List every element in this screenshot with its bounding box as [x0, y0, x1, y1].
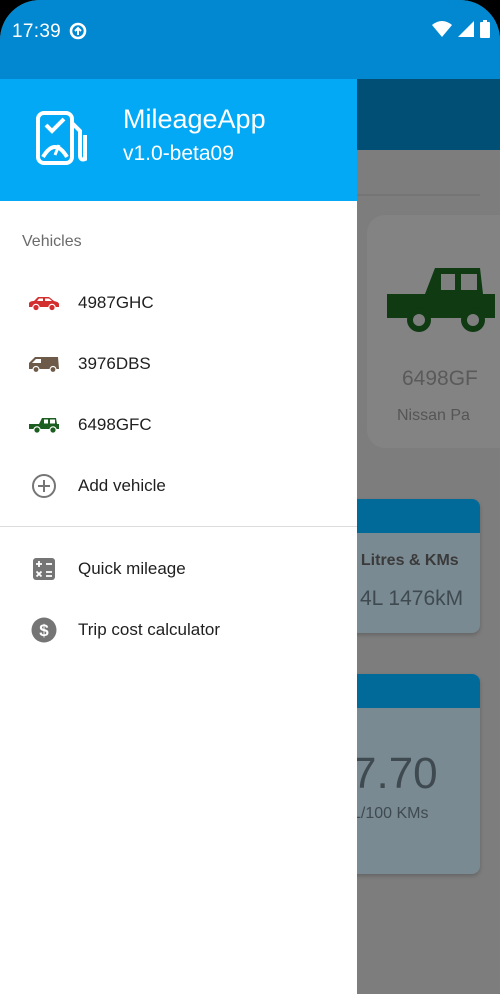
dollar-circle-icon: $: [27, 617, 61, 642]
vehicle-item-6498GFC[interactable]: 6498GFC: [0, 394, 357, 455]
background-suv-icon: [387, 268, 495, 332]
app-name: MileageApp: [123, 104, 266, 134]
trip-cost-calculator-label: Trip cost calculator: [78, 619, 221, 639]
app-version: v1.0-beta09: [123, 142, 234, 165]
add-vehicle-label: Add vehicle: [78, 475, 166, 495]
battery-icon: [480, 20, 490, 38]
background-divider: [357, 194, 480, 196]
vehicle-item-4987GHC[interactable]: 4987GHC: [0, 272, 357, 333]
status-bar: 17:39: [0, 0, 500, 79]
drawer-header: MileageApp v1.0-beta09: [0, 79, 357, 201]
car-sedan-icon: [27, 291, 61, 315]
data-saver-icon: [69, 22, 87, 40]
vehicle-item-label: 3976DBS: [78, 353, 151, 373]
quick-mileage-label: Quick mileage: [78, 558, 186, 578]
background-vehicle-model: Nissan Pa: [397, 407, 470, 424]
background-panel-title: l Litres & KMs: [352, 552, 459, 569]
add-circle-icon: [27, 473, 61, 498]
quick-mileage-item[interactable]: Quick mileage: [0, 538, 357, 599]
fuel-pump-icon: [36, 111, 87, 165]
svg-text:$: $: [39, 621, 49, 640]
status-icons: [432, 20, 490, 38]
vehicle-item-label: 4987GHC: [78, 292, 154, 312]
background-panel-values: 4L 1476kM: [360, 587, 464, 610]
van-icon: [27, 352, 61, 376]
status-time: 17:39: [12, 21, 62, 42]
trip-cost-calculator-item[interactable]: $ Trip cost calculator: [0, 599, 357, 660]
add-vehicle-button[interactable]: Add vehicle: [0, 455, 357, 516]
vehicle-item-3976DBS[interactable]: 3976DBS: [0, 333, 357, 394]
vehicles-section-title: Vehicles: [22, 233, 82, 250]
navigation-drawer: MileageApp v1.0-beta09 Vehicles 4987GHC: [0, 79, 357, 994]
wifi-icon: [432, 21, 452, 37]
suv-icon: [27, 413, 61, 437]
vehicle-item-label: 6498GFC: [78, 414, 152, 434]
drawer-divider: [0, 526, 357, 527]
calculator-icon: [27, 557, 61, 581]
background-consumption-value: 7.70: [352, 749, 438, 798]
background-consumption-unit: L/100 KMs: [352, 805, 429, 822]
background-vehicle-plate: 6498GF: [402, 367, 478, 390]
screen: 17:39 6498GF Nissan Pa l Litres & KMs 4L…: [0, 0, 500, 994]
cell-signal-icon: [458, 21, 474, 37]
